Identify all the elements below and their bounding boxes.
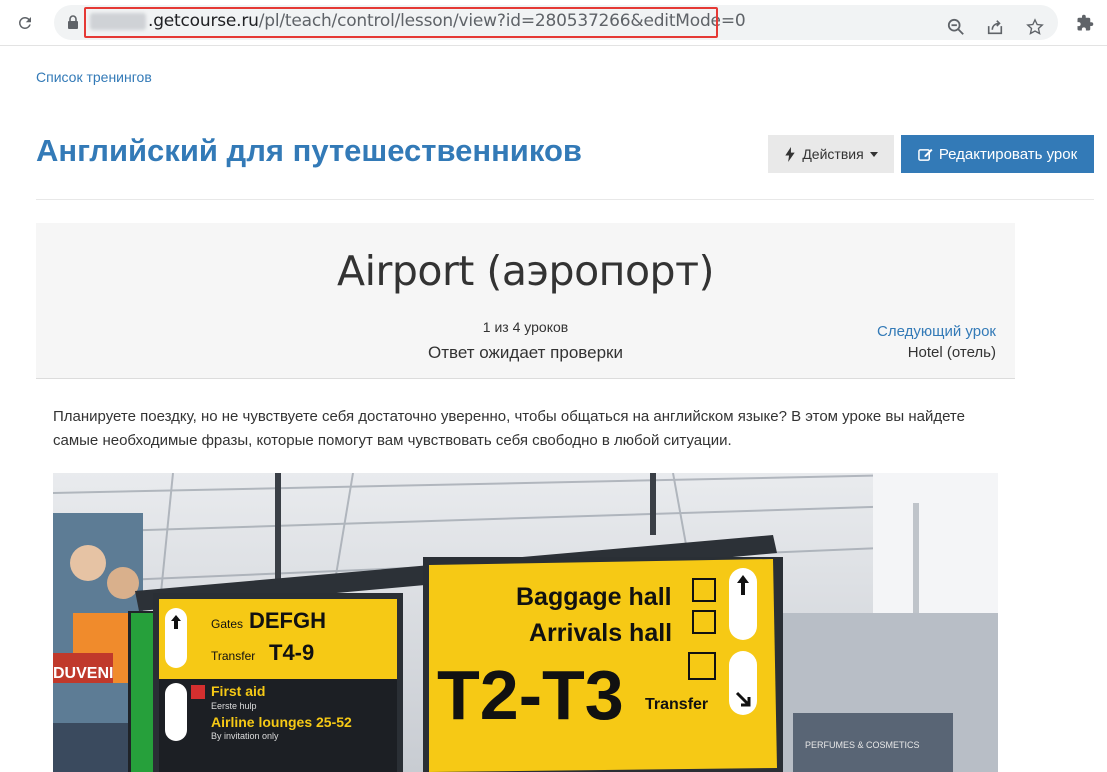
sign-lounges: Airline lounges 25-52 [211, 714, 352, 730]
edit-lesson-label: Редактировать урок [938, 145, 1078, 163]
sign-transfer-right: Transfer [645, 696, 708, 713]
sign-gates-code: DEFGH [249, 608, 326, 633]
bookmark-star-icon[interactable] [1024, 16, 1046, 38]
sign-lounges-sub: By invitation only [211, 731, 279, 741]
edit-lesson-button[interactable]: Редактировать урок [901, 135, 1094, 173]
next-lesson-link[interactable]: Следующий урок [877, 323, 996, 340]
sign-first-aid: First aid [211, 683, 265, 699]
sign-transfer-code: T4-9 [269, 640, 314, 665]
lesson-title: Airport (аэропорт) [337, 247, 714, 295]
breadcrumb-trainings-list[interactable]: Список тренингов [36, 69, 152, 85]
url-highlight-box [84, 7, 718, 38]
sign-transfer-left: Transfer [211, 649, 255, 663]
shop-sign-left: DUVENI [53, 665, 113, 682]
lesson-header: Airport (аэропорт) 1 из 4 уроков Ответ о… [36, 223, 1015, 379]
sign-baggage-hall: Baggage hall [516, 583, 672, 611]
lesson-image-airport: DUVENI PERFUMES & COSMETICS Gates DEFGH … [53, 473, 998, 772]
actions-label: Действия [802, 146, 864, 162]
share-icon[interactable] [984, 16, 1006, 38]
lightning-icon [785, 146, 796, 162]
next-lesson-name: Hotel (отель) [907, 344, 996, 361]
lesson-count: 1 из 4 уроков [482, 319, 569, 335]
actions-dropdown-button[interactable]: Действия [768, 135, 894, 173]
extensions-puzzle-icon[interactable] [1074, 12, 1096, 34]
sign-first-aid-sub: Eerste hulp [211, 701, 257, 711]
browser-toolbar: .getcourse.ru/pl/teach/control/lesson/vi… [0, 0, 1107, 46]
lesson-intro-text: Планируете поездку, но не чувствуете себ… [53, 408, 965, 449]
lesson-status: Ответ ожидает проверки [428, 343, 623, 362]
lock-icon [67, 15, 81, 31]
shop-sign-right: PERFUMES & COSMETICS [805, 740, 920, 750]
zoom-icon[interactable] [945, 16, 967, 38]
edit-icon [918, 148, 933, 161]
sign-arrivals-hall: Arrivals hall [529, 619, 672, 647]
page-title: Английский для путешественников [36, 133, 582, 168]
reload-icon[interactable] [12, 10, 38, 36]
header-divider [36, 199, 1094, 200]
caret-down-icon [869, 151, 878, 157]
sign-terminals: T2-T3 [437, 656, 624, 734]
sign-gates: Gates [211, 617, 243, 631]
